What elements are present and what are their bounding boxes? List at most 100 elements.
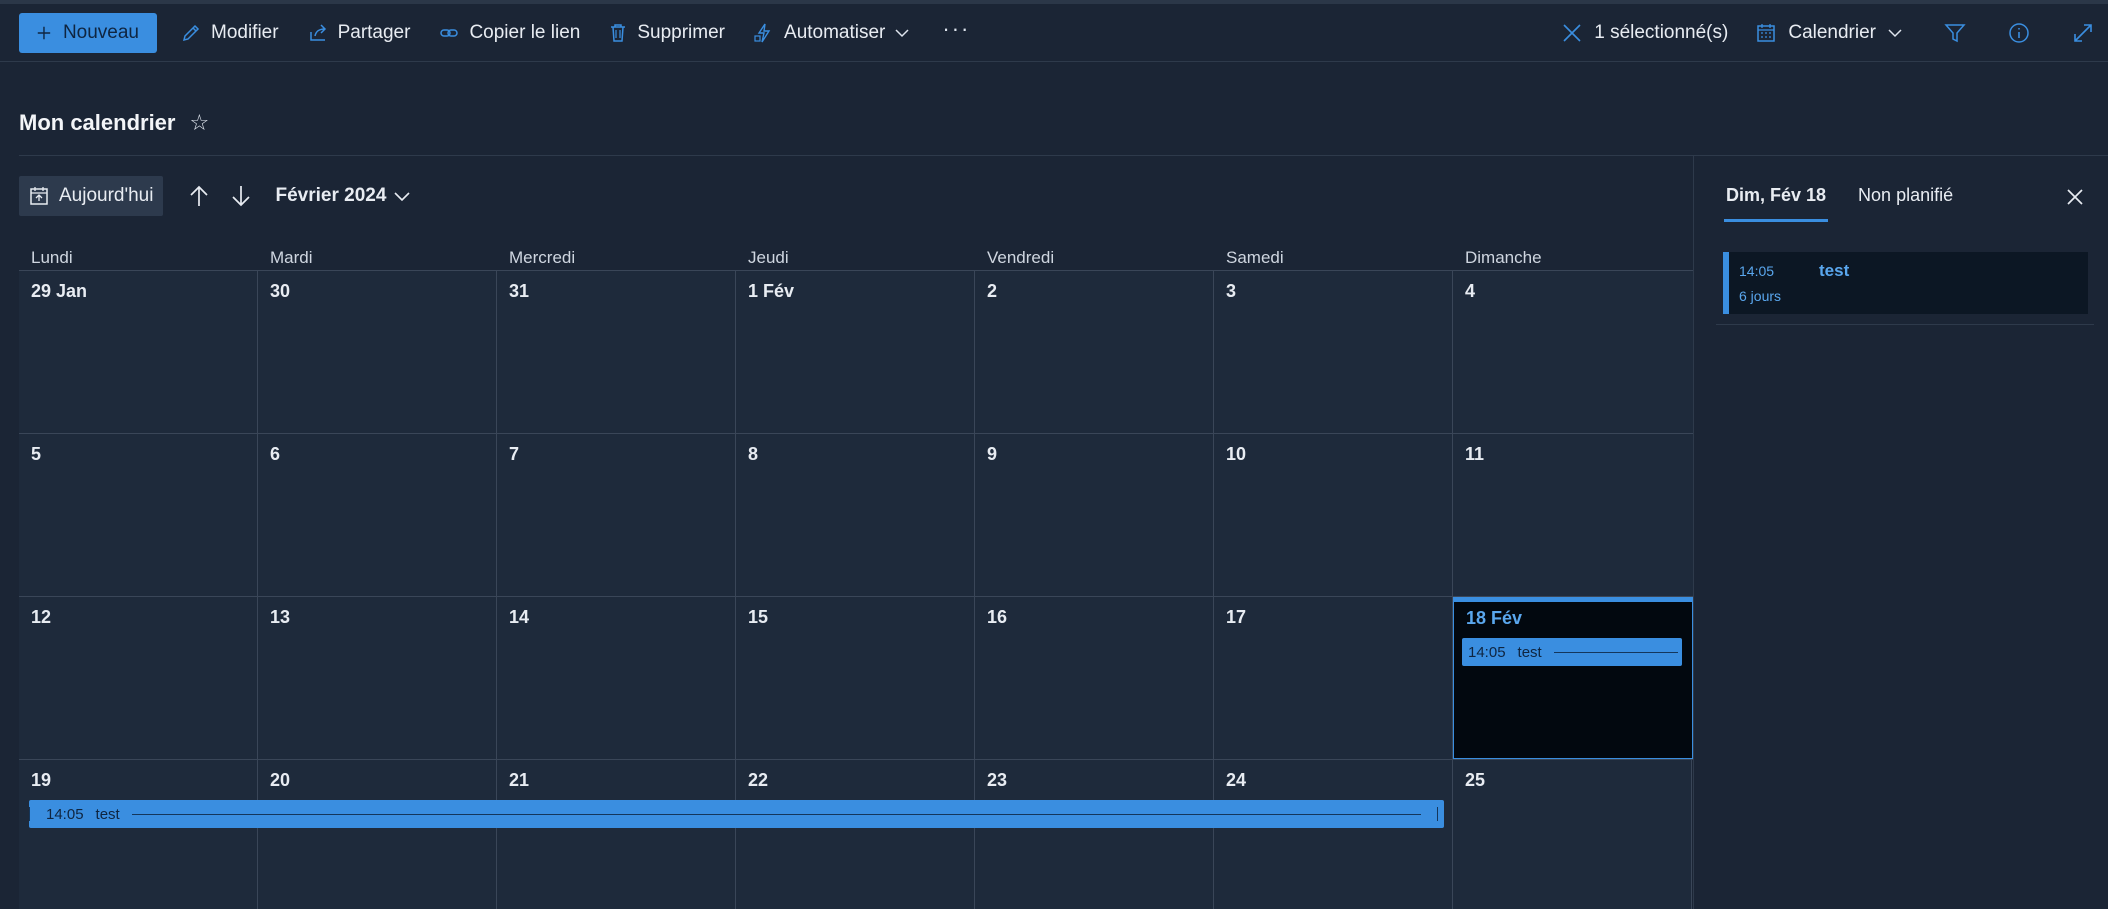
today-button[interactable]: Aujourd'hui bbox=[19, 176, 164, 216]
day-number: 17 bbox=[1226, 607, 1247, 627]
new-button-label: Nouveau bbox=[62, 21, 139, 43]
month-picker[interactable]: Février 2024 bbox=[275, 185, 410, 207]
weekday-header: Jeudi bbox=[748, 248, 789, 267]
day-cell[interactable]: 21 bbox=[497, 760, 736, 909]
weekday-header-row: Lundi Mardi Mercredi Jeudi Vendredi Same… bbox=[19, 245, 1693, 271]
copy-link-label: Copier le lien bbox=[469, 21, 581, 43]
week-row: 29 Jan 30 31 1 Fév 2 3 4 bbox=[19, 271, 1693, 434]
delete-button[interactable]: Supprimer bbox=[609, 4, 725, 61]
day-cell[interactable]: 13 bbox=[258, 597, 497, 759]
tab-selected-day[interactable]: Dim, Fév 18 bbox=[1723, 184, 1829, 222]
day-cell[interactable]: 31 bbox=[497, 271, 736, 433]
day-cell[interactable]: 12 bbox=[19, 597, 258, 759]
day-number: 9 bbox=[987, 444, 998, 464]
event-duration-line bbox=[1553, 651, 1678, 653]
day-cell[interactable]: 16 bbox=[975, 597, 1214, 759]
day-cell[interactable]: 29 Jan bbox=[19, 271, 258, 433]
day-number: 19 bbox=[31, 770, 52, 790]
share-button[interactable]: Partager bbox=[308, 4, 410, 61]
day-number: 1 Fév bbox=[748, 281, 795, 301]
more-options-button[interactable]: ··· bbox=[942, 16, 970, 42]
day-cell[interactable]: 1 Fév bbox=[736, 271, 975, 433]
day-cell[interactable]: 17 bbox=[1214, 597, 1453, 759]
automate-menu[interactable]: Automatiser bbox=[754, 4, 909, 61]
chevron-down-icon bbox=[895, 28, 909, 37]
calendar-navigation: Aujourd'hui Février 2024 bbox=[19, 176, 410, 216]
close-panel-button[interactable] bbox=[2066, 188, 2084, 206]
day-cell[interactable]: 25 bbox=[1453, 760, 1692, 909]
day-cell[interactable]: 4 bbox=[1453, 271, 1693, 433]
week-row: 5 6 7 8 9 10 11 bbox=[19, 434, 1693, 597]
day-cell[interactable]: 20 bbox=[258, 760, 497, 909]
event-duration-line bbox=[131, 813, 1421, 815]
day-cell[interactable]: 3 bbox=[1214, 271, 1453, 433]
previous-month-button[interactable] bbox=[189, 185, 209, 207]
day-number: 16 bbox=[987, 607, 1008, 627]
filter-icon bbox=[1944, 23, 1966, 42]
view-switcher[interactable]: Calendrier bbox=[1756, 22, 1902, 44]
page-title-text: Mon calendrier bbox=[19, 110, 176, 135]
day-cell[interactable]: 14 bbox=[497, 597, 736, 759]
calendar-icon bbox=[1757, 23, 1776, 42]
agenda-item-duration: 6 jours bbox=[1739, 288, 1782, 304]
weekday-header: Mardi bbox=[270, 248, 313, 267]
new-button[interactable]: Nouveau bbox=[19, 12, 157, 53]
week-row: 19 20 21 22 23 24 25 14:05 test bbox=[19, 760, 1693, 909]
agenda-item[interactable]: 14:05 6 jours test bbox=[1723, 252, 2088, 314]
day-number: 4 bbox=[1465, 281, 1476, 301]
copy-link-button[interactable]: Copier le lien bbox=[439, 4, 580, 61]
favorite-star-icon[interactable]: ☆ bbox=[189, 110, 209, 136]
day-cell[interactable]: 5 bbox=[19, 434, 258, 596]
day-number: 6 bbox=[270, 444, 281, 464]
day-cell[interactable]: 11 bbox=[1453, 434, 1693, 596]
day-detail-panel: Dim, Fév 18 Non planifié 14:05 6 jours t… bbox=[1693, 156, 2108, 909]
day-number: 14 bbox=[509, 607, 530, 627]
day-cell[interactable]: 9 bbox=[975, 434, 1214, 596]
month-grid: Lundi Mardi Mercredi Jeudi Vendredi Same… bbox=[19, 245, 1693, 909]
expand-icon bbox=[2074, 23, 2092, 42]
next-month-button[interactable] bbox=[231, 185, 251, 207]
weekday-header: Dimanche bbox=[1465, 248, 1542, 267]
page-title: Mon calendrier ☆ bbox=[19, 108, 209, 138]
day-number: 3 bbox=[1226, 281, 1237, 301]
day-number: 30 bbox=[270, 281, 291, 301]
day-number: 25 bbox=[1465, 770, 1486, 790]
day-number: 10 bbox=[1226, 444, 1247, 464]
expand-button[interactable] bbox=[2072, 22, 2094, 44]
day-cell-selected[interactable]: 18 Fév 14:05 test bbox=[1453, 597, 1693, 759]
day-number: 7 bbox=[509, 444, 520, 464]
panel-divider bbox=[1716, 324, 2094, 325]
day-cell[interactable]: 19 bbox=[19, 760, 258, 909]
pencil-icon bbox=[182, 24, 200, 41]
day-cell[interactable]: 22 bbox=[736, 760, 975, 909]
selected-count-label: 1 sélectionné(s) bbox=[1594, 21, 1729, 43]
calendar-event[interactable]: 14:05 test bbox=[1462, 638, 1682, 666]
calendar-today-icon bbox=[30, 187, 48, 205]
day-cell[interactable]: 8 bbox=[736, 434, 975, 596]
day-cell[interactable]: 2 bbox=[975, 271, 1214, 433]
link-icon bbox=[440, 28, 459, 37]
command-bar-left: Nouveau Modifier Partager Copier le lien… bbox=[0, 4, 1534, 61]
arrow-up-icon bbox=[190, 185, 209, 206]
day-cell[interactable]: 24 bbox=[1214, 760, 1453, 909]
event-end-marker bbox=[1437, 807, 1438, 821]
delete-label: Supprimer bbox=[637, 21, 726, 43]
automate-label: Automatiser bbox=[784, 21, 886, 43]
filter-button[interactable] bbox=[1944, 22, 1966, 44]
tab-unscheduled[interactable]: Non planifié bbox=[1858, 184, 1953, 222]
day-number: 12 bbox=[31, 607, 52, 627]
day-cell[interactable]: 15 bbox=[736, 597, 975, 759]
day-cell[interactable]: 30 bbox=[258, 271, 497, 433]
day-cell[interactable]: 6 bbox=[258, 434, 497, 596]
clear-selection-button[interactable]: 1 sélectionné(s) bbox=[1562, 22, 1728, 44]
day-number: 21 bbox=[509, 770, 530, 790]
calendar-event-multiday[interactable]: 14:05 test bbox=[29, 800, 1444, 828]
day-cell[interactable]: 23 bbox=[975, 760, 1214, 909]
day-cell[interactable]: 7 bbox=[497, 434, 736, 596]
day-number: 23 bbox=[987, 770, 1008, 790]
day-cell[interactable]: 10 bbox=[1214, 434, 1453, 596]
info-button[interactable] bbox=[2008, 22, 2030, 44]
edit-button[interactable]: Modifier bbox=[181, 4, 279, 61]
event-title: test bbox=[95, 805, 120, 823]
close-icon bbox=[2067, 189, 2083, 205]
